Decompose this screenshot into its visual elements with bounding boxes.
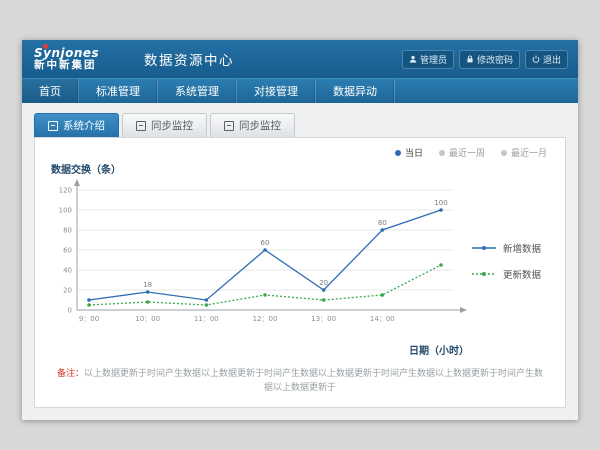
svg-text:100: 100 — [434, 199, 447, 207]
svg-text:0: 0 — [68, 307, 72, 315]
tab-label: 系统介绍 — [63, 118, 105, 133]
period-filter-label: 当日 — [405, 146, 423, 159]
chart-row: 0 20 40 60 80 100 120 9：00 10：00 11：00 12：00 13：00 1… — [49, 178, 551, 344]
page-title: 数据资源中心 — [144, 49, 234, 69]
svg-text:9：00: 9：00 — [79, 315, 99, 323]
period-filter-label: 最近一周 — [449, 146, 485, 159]
svg-text:60: 60 — [261, 239, 270, 247]
admin-button[interactable]: 管理员 — [402, 50, 454, 69]
tab-label: 同步监控 — [151, 118, 193, 133]
series-label: 更新数据 — [503, 267, 541, 281]
nav-item-connection-mgmt[interactable]: 对接管理 — [237, 79, 316, 103]
legend-item-new-data[interactable]: 新增数据 — [471, 241, 541, 255]
svg-text:14：00: 14：00 — [370, 315, 395, 323]
content-area: 系统介绍 同步监控 同步监控 当日 最近一周 — [22, 103, 578, 420]
svg-text:10：00: 10：00 — [135, 315, 160, 323]
svg-text:80: 80 — [63, 227, 72, 235]
svg-text:20: 20 — [63, 287, 72, 295]
period-filter-legend: 当日 最近一周 最近一月 — [49, 146, 551, 159]
main-nav: 首页 标准管理 系统管理 对接管理 数据异动 — [22, 78, 578, 103]
footnote: 备注：以上数据更新于时间产生数据以上数据更新于时间产生数据以上数据更新于时间产生… — [49, 362, 551, 397]
legend-dot-icon — [395, 150, 401, 156]
chart-series-legend: 新增数据 更新数据 — [471, 241, 541, 281]
power-icon — [532, 55, 540, 63]
footnote-prefix: 备注： — [57, 369, 84, 379]
change-password-button-label: 修改密码 — [477, 53, 513, 66]
app-window: Synjones 新中新集团 数据资源中心 管理员 修改密码 — [22, 40, 578, 420]
series-label: 新增数据 — [503, 241, 541, 255]
legend-dot-icon — [501, 150, 507, 156]
app-header: Synjones 新中新集团 数据资源中心 管理员 修改密码 — [22, 40, 578, 78]
chart-panel: 当日 最近一周 最近一月 数据交换（条） 0 20 40 60 80 100 120 9：00… — [34, 137, 566, 408]
tab-sync-monitor-2[interactable]: 同步监控 — [210, 113, 295, 137]
nav-item-home[interactable]: 首页 — [22, 79, 79, 103]
tab-sync-monitor-1[interactable]: 同步监控 — [122, 113, 207, 137]
svg-text:60: 60 — [63, 247, 72, 255]
logout-button[interactable]: 退出 — [525, 50, 568, 69]
svg-text:18: 18 — [143, 281, 152, 289]
nav-item-standard-mgmt[interactable]: 标准管理 — [79, 79, 158, 103]
period-filter-last-month[interactable]: 最近一月 — [501, 146, 547, 159]
brand-logo: Synjones 新中新集团 — [32, 47, 130, 72]
nav-item-system-mgmt[interactable]: 系统管理 — [158, 79, 237, 103]
svg-text:20: 20 — [319, 279, 328, 287]
x-axis-title: 日期（小时） — [49, 342, 471, 357]
footnote-text: 以上数据更新于时间产生数据以上数据更新于时间产生数据以上数据更新于时间产生数据以… — [84, 369, 543, 393]
tab-bar: 系统介绍 同步监控 同步监控 — [34, 113, 566, 137]
dotted-line-sample-icon — [471, 270, 497, 278]
logo-subtitle: 新中新集团 — [34, 60, 130, 72]
nav-item-data-change[interactable]: 数据异动 — [316, 79, 395, 103]
user-icon — [409, 55, 417, 63]
y-axis-title: 数据交换（条） — [51, 161, 551, 176]
logo-wordmark: Synjones — [34, 47, 130, 60]
legend-item-updated-data[interactable]: 更新数据 — [471, 267, 541, 281]
tab-system-intro[interactable]: 系统介绍 — [34, 113, 119, 137]
admin-button-label: 管理员 — [420, 53, 447, 66]
period-filter-last-week[interactable]: 最近一周 — [439, 146, 485, 159]
tab-label: 同步监控 — [239, 118, 281, 133]
legend-dot-icon — [439, 150, 445, 156]
svg-text:11：00: 11：00 — [194, 315, 219, 323]
svg-text:13：00: 13：00 — [311, 315, 336, 323]
solid-line-sample-icon — [471, 244, 497, 252]
svg-text:80: 80 — [378, 219, 387, 227]
svg-text:40: 40 — [63, 267, 72, 275]
svg-text:12：00: 12：00 — [253, 315, 278, 323]
line-chart: 0 20 40 60 80 100 120 9：00 10：00 11：00 12：00 13：00 1… — [49, 178, 469, 344]
logout-button-label: 退出 — [543, 53, 561, 66]
svg-text:100: 100 — [59, 207, 72, 215]
tab-icon — [224, 121, 234, 131]
change-password-button[interactable]: 修改密码 — [459, 50, 520, 69]
header-actions: 管理员 修改密码 退出 — [402, 50, 568, 69]
tab-icon — [136, 121, 146, 131]
tab-icon — [48, 121, 58, 131]
period-filter-today[interactable]: 当日 — [395, 146, 423, 159]
logo-accent-dot — [43, 44, 48, 49]
svg-text:120: 120 — [59, 187, 72, 195]
lock-icon — [466, 55, 474, 63]
period-filter-label: 最近一月 — [511, 146, 547, 159]
